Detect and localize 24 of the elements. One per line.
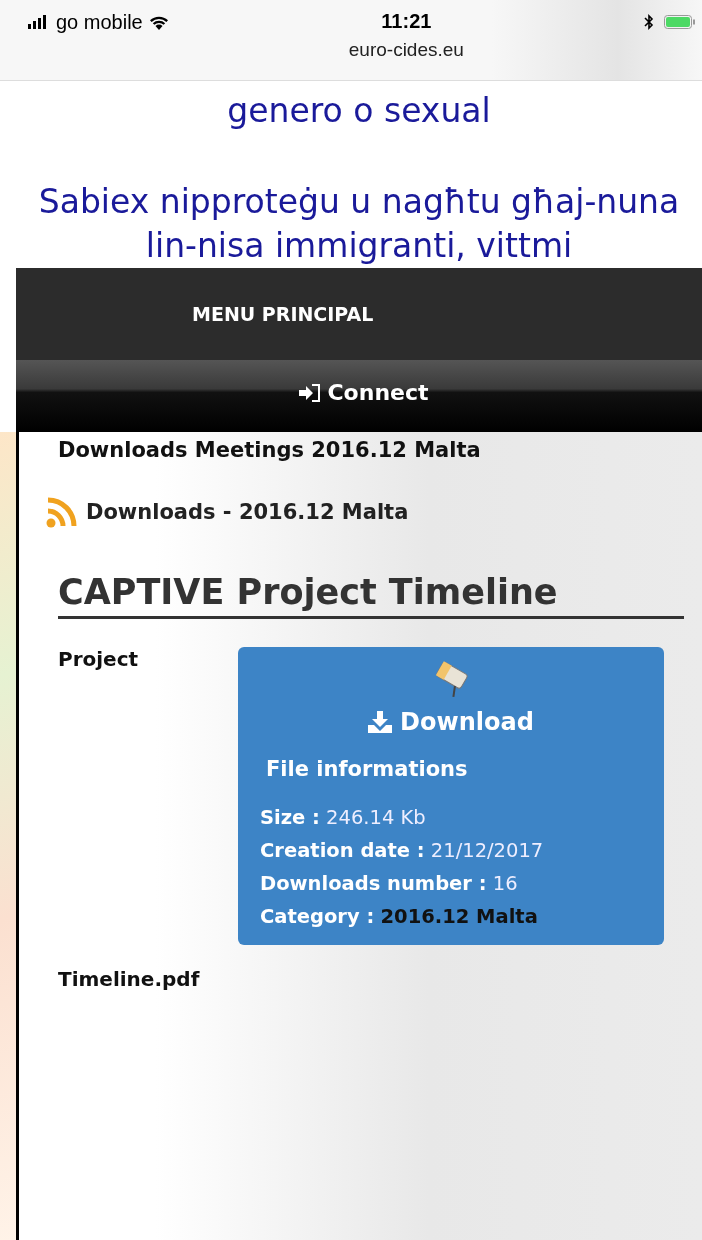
- file-name: Project: [58, 647, 140, 673]
- carrier-name: go mobile: [56, 10, 143, 34]
- clock-time: 11:21: [381, 10, 432, 33]
- rss-icon: [46, 496, 78, 528]
- page-url[interactable]: euro-cides.eu: [348, 39, 464, 61]
- bluetooth-icon: [644, 14, 654, 30]
- file-name: Timeline.pdf: [58, 967, 201, 991]
- info-line: Creation date : 21/12/2017: [260, 838, 544, 864]
- connect-button[interactable]: Connect: [299, 380, 429, 405]
- battery-icon: [664, 14, 696, 30]
- download-icon: [368, 711, 393, 733]
- file-heading: CAPTIVE Project Timeline: [58, 572, 684, 619]
- info-line: Downloads number : 16: [260, 871, 519, 897]
- info-line: Size : 246.14 Kb: [260, 805, 427, 831]
- article-text: genero o sexual: [226, 91, 492, 130]
- breadcrumb-title: Downloads Meetings 2016.12 Malta: [58, 438, 482, 462]
- menu-title[interactable]: MENU PRINCIPAL: [192, 303, 374, 325]
- category-link[interactable]: Downloads - 2016.12 Malta: [86, 500, 409, 524]
- article-paragraph: Sabiex nipproteġu u nagħtu għaj-nuna lin-nisa immigranti, vittmi: [37, 181, 681, 267]
- wifi-icon: [148, 14, 169, 30]
- download-button[interactable]: Download: [362, 707, 540, 737]
- sign-in-icon: [299, 383, 322, 402]
- info-line: Category : 2016.12 Malta: [260, 904, 539, 930]
- info-title: File informations: [266, 757, 468, 781]
